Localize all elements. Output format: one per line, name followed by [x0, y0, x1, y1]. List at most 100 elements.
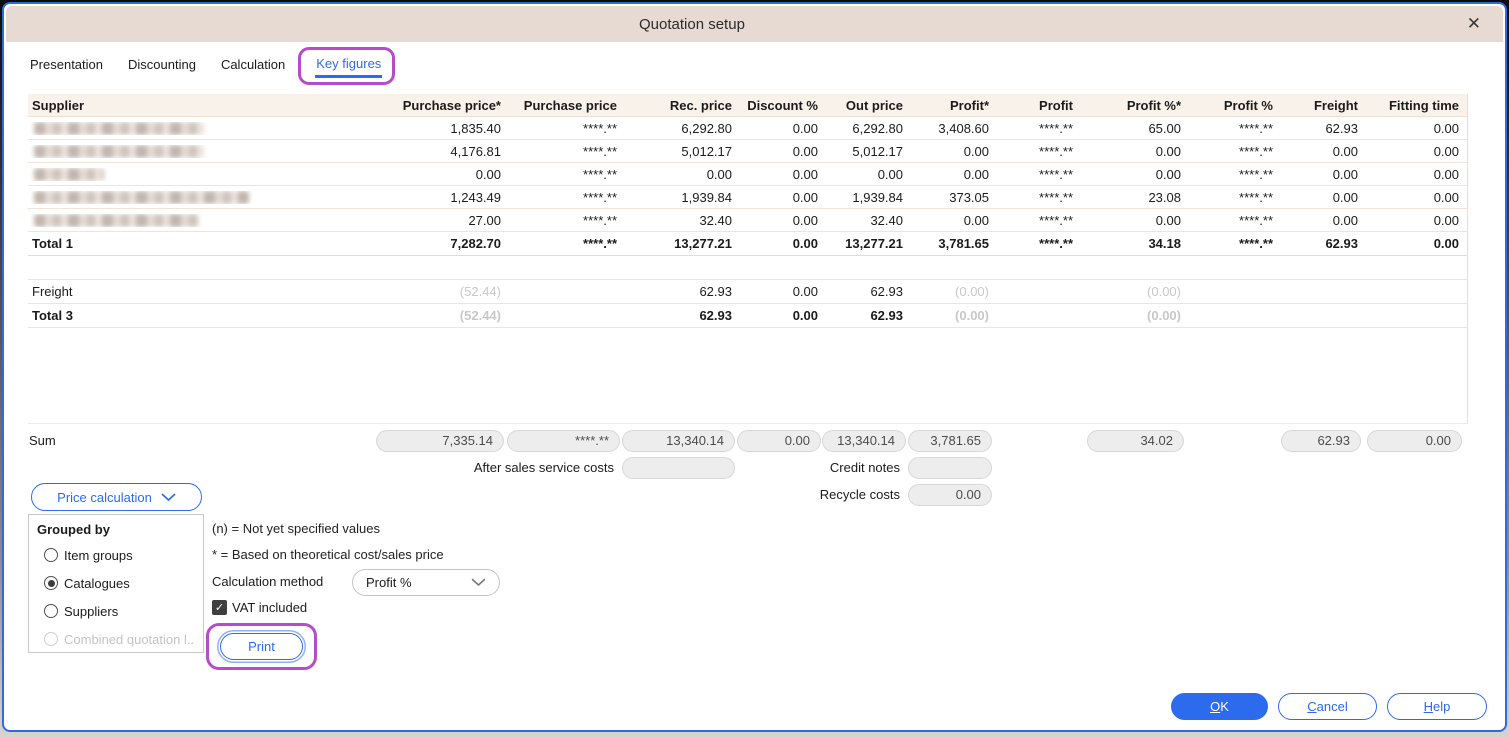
table-cell: 62.93	[699, 308, 732, 323]
radio-label: Combined quotation l...	[64, 631, 195, 647]
column-header: Profit %*	[1126, 97, 1181, 113]
table-cell: ****.**	[1239, 212, 1273, 228]
table-cell: 0.00	[1155, 166, 1181, 182]
table-cell: 3,408.60	[938, 120, 989, 136]
table-cell: 0.00	[792, 212, 818, 228]
column-header: Discount %	[747, 97, 818, 113]
table-cell: (52.44)	[459, 308, 501, 323]
annotation-ellipse-print: Print	[206, 623, 317, 670]
table-cell: 0.00	[1433, 143, 1459, 159]
sum-section: Sum 7,335.14 ****.** 13,340.14 0.00 13,340.14…	[28, 429, 1468, 510]
sum-cell: 13,340.14	[821, 429, 906, 452]
table-cell: ****.**	[583, 143, 617, 159]
dialog-title: Quotation setup	[639, 16, 745, 33]
column-header: Supplier	[32, 97, 85, 113]
table-cell: 0.00	[877, 166, 903, 182]
sum-cell: 3,781.65	[906, 429, 992, 452]
sum-field: 62.93	[1281, 429, 1361, 452]
price-calculation-button[interactable]: Price calculation	[31, 483, 202, 511]
table-cell: 62.93	[1325, 120, 1358, 136]
total-row-label: Total 1	[32, 236, 73, 251]
table-cell: 0.00	[963, 212, 989, 228]
vat-included-label: VAT included	[232, 600, 308, 615]
radio-icon	[44, 604, 58, 618]
legend-note-1: (n) = Not yet specified values	[212, 521, 380, 536]
close-icon[interactable]: ✕	[1467, 14, 1481, 34]
table-cell: 6,292.80	[852, 120, 903, 136]
cancel-button[interactable]: Cancel	[1278, 693, 1377, 720]
grouped-by-options: Item groups Catalogues Suppliers Combined q…	[37, 541, 195, 653]
redacted-supplier-name	[34, 190, 249, 204]
sum-field: 0.00	[1367, 429, 1462, 452]
table-cell: ****.**	[583, 166, 617, 182]
table-cell: 0.00	[1155, 212, 1181, 228]
table-cell: 0.00	[792, 284, 818, 299]
redacted-supplier-name	[34, 144, 204, 158]
table-cell: 1,243.49	[450, 189, 501, 205]
sum-field: 0.00	[737, 429, 821, 452]
table-cell: 0.00	[1433, 189, 1459, 205]
table-cell: (0.00)	[955, 284, 989, 299]
table-cell: 32.40	[699, 212, 732, 228]
tab-discounting[interactable]: Discounting	[127, 57, 197, 78]
table-cell: 65.00	[1148, 120, 1181, 136]
credit-notes-field	[908, 456, 992, 479]
radio-item-groups[interactable]: Item groups	[37, 541, 195, 569]
sum-field: ****.**	[507, 429, 620, 452]
sum-cell: 34.02	[1076, 429, 1184, 452]
supplier-row: 1,835.40 ****.** 6,292.80 0.00 6,292.80 3,408…	[28, 117, 1467, 140]
radio-selected-icon	[44, 576, 58, 590]
radio-catalogues[interactable]: Catalogues	[37, 569, 195, 597]
table-cell: 0.00	[1332, 212, 1358, 228]
table-cell: 27.00	[468, 212, 501, 228]
vat-included-checkbox[interactable]: ✓ VAT included	[212, 600, 307, 615]
table-header-row: Supplier Purchase price* Purchase price Rec…	[28, 94, 1467, 117]
table-cell: 0.00	[792, 189, 818, 205]
redacted-supplier-name	[34, 213, 199, 227]
column-header: Profit*	[950, 97, 989, 113]
supplier-row: 0.00 ****.** 0.00 0.00 0.00 0.00 ****.** 0.00 **…	[28, 163, 1467, 186]
calculation-method-dropdown[interactable]: Profit %	[352, 569, 500, 596]
table-cell: 0.00	[1332, 143, 1358, 159]
ok-button[interactable]: OK	[1171, 693, 1268, 720]
column-header: Freight	[1313, 97, 1358, 113]
supplier-row: 4,176.81 ****.** 5,012.17 0.00 5,012.17 0.00 *…	[28, 140, 1467, 163]
table-cell: ****.**	[583, 236, 617, 251]
table-cell: 0.00	[1155, 143, 1181, 159]
table-cell: 1,835.40	[450, 120, 501, 136]
column-header: Rec. price	[669, 97, 732, 113]
column-header: Profit %	[1223, 97, 1273, 113]
chevron-down-icon	[471, 578, 486, 587]
table-cell: ****.**	[1239, 166, 1273, 182]
key-figures-table: Supplier Purchase price* Purchase price Rec…	[28, 94, 1468, 424]
recycle-costs-row: Recycle costs 0.00	[28, 483, 1468, 506]
calculation-method-value: Profit %	[366, 575, 412, 590]
radio-icon	[44, 548, 58, 562]
sum-field: 13,340.14	[822, 429, 906, 452]
tab-calculation[interactable]: Calculation	[220, 57, 286, 78]
column-header: Profit	[1039, 97, 1073, 113]
supplier-cell	[28, 121, 344, 135]
sum-cell: 0.00	[906, 483, 992, 506]
table-cell: 34.18	[1148, 236, 1181, 251]
table-cell: 13,277.21	[845, 236, 903, 251]
supplier-cell	[28, 213, 344, 227]
print-button[interactable]: Print	[220, 633, 303, 660]
table-cell: 0.00	[1433, 236, 1459, 251]
radio-suppliers[interactable]: Suppliers	[37, 597, 195, 625]
table-cell: 0.00	[1332, 166, 1358, 182]
table-cell: ****.**	[1039, 189, 1073, 205]
tab-key-figures[interactable]: Key figures	[298, 47, 396, 85]
table-cell: 0.00	[475, 166, 501, 182]
table-cell: 3,781.65	[938, 236, 989, 251]
titlebar: Quotation setup ✕	[6, 6, 1503, 42]
table-cell: 6,292.80	[681, 120, 732, 136]
tab-presentation[interactable]: Presentation	[29, 57, 104, 78]
table-cell: 0.00	[1433, 166, 1459, 182]
table-cell: 23.08	[1148, 189, 1181, 205]
help-button[interactable]: Help	[1387, 693, 1487, 720]
price-calculation-label: Price calculation	[57, 489, 152, 505]
table-cell: 0.00	[963, 143, 989, 159]
table-cell: 13,277.21	[674, 236, 732, 251]
radio-icon	[44, 632, 58, 646]
